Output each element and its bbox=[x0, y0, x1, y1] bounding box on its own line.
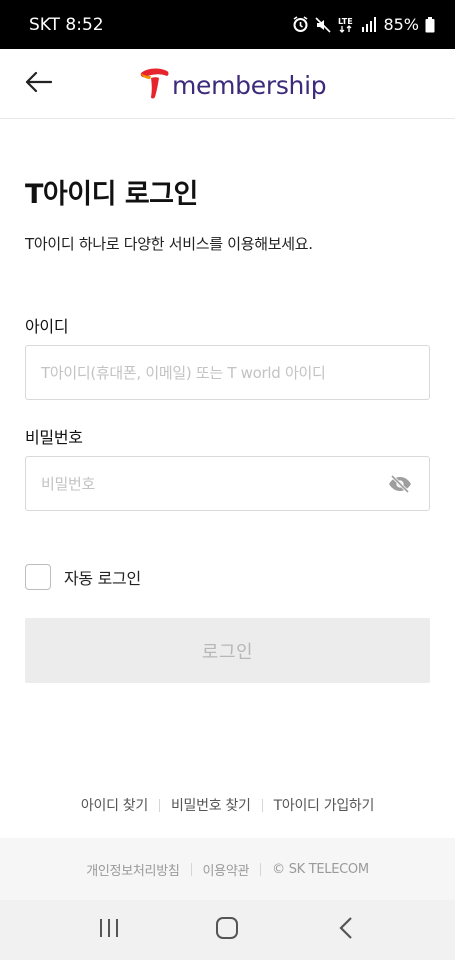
page-title: T아이디 로그인 bbox=[25, 179, 198, 210]
footer: 개인정보처리방침 이용약관 © SK TELECOM bbox=[0, 838, 455, 900]
id-field-container bbox=[25, 345, 430, 400]
svg-text:LTE: LTE bbox=[338, 17, 353, 26]
signal-icon bbox=[361, 17, 377, 32]
password-input[interactable] bbox=[41, 474, 414, 493]
system-nav-bar bbox=[0, 900, 455, 960]
terms-link[interactable]: 이용약관 bbox=[203, 860, 250, 879]
status-left: SKT 8:52 bbox=[29, 15, 104, 35]
id-label: 아이디 bbox=[25, 317, 69, 336]
lte-icon: LTE bbox=[337, 16, 355, 34]
carrier-time: SKT 8:52 bbox=[29, 14, 104, 35]
auto-login-label: 자동 로그인 bbox=[64, 569, 141, 588]
alarm-icon bbox=[292, 16, 309, 33]
back-button[interactable] bbox=[20, 69, 56, 99]
app-header: membership bbox=[0, 49, 455, 119]
recent-apps-button[interactable] bbox=[79, 910, 139, 950]
eye-off-icon[interactable] bbox=[387, 473, 413, 495]
auto-login-toggle[interactable]: 자동 로그인 bbox=[25, 564, 141, 590]
brand-logo: membership bbox=[138, 66, 327, 104]
privacy-policy-link[interactable]: 개인정보처리방침 bbox=[86, 860, 180, 879]
status-right: LTE 85% bbox=[292, 15, 435, 34]
account-links: 아이디 찾기 비밀번호 찾기 T아이디 가입하기 bbox=[0, 795, 455, 815]
back-nav-button[interactable] bbox=[316, 910, 376, 950]
login-button[interactable]: 로그인 bbox=[25, 618, 430, 683]
copyright: © SK TELECOM bbox=[272, 861, 369, 877]
footer-divider bbox=[190, 862, 192, 876]
home-icon bbox=[215, 916, 239, 944]
recent-apps-icon bbox=[98, 918, 120, 942]
find-password-link[interactable]: 비밀번호 찾기 bbox=[171, 795, 251, 815]
password-field-container bbox=[25, 456, 430, 511]
link-divider bbox=[158, 798, 160, 812]
auto-login-checkbox[interactable] bbox=[25, 564, 51, 590]
status-bar: SKT 8:52 LTE 85% bbox=[0, 0, 455, 49]
t-logo-icon bbox=[138, 66, 170, 104]
battery-icon bbox=[425, 16, 435, 33]
signup-link[interactable]: T아이디 가입하기 bbox=[274, 795, 375, 815]
id-input[interactable] bbox=[41, 363, 414, 382]
mute-icon bbox=[315, 16, 332, 33]
footer-divider bbox=[260, 862, 262, 876]
brand-name: membership bbox=[172, 70, 327, 100]
link-divider bbox=[261, 798, 263, 812]
find-id-link[interactable]: 아이디 찾기 bbox=[81, 795, 148, 815]
arrow-left-icon bbox=[24, 71, 53, 97]
home-button[interactable] bbox=[197, 910, 257, 950]
password-label: 비밀번호 bbox=[25, 428, 83, 447]
page-subtitle: T아이디 하나로 다양한 서비스를 이용해보세요. bbox=[25, 235, 313, 253]
chevron-left-icon bbox=[338, 916, 354, 944]
battery-percent: 85% bbox=[383, 15, 419, 34]
